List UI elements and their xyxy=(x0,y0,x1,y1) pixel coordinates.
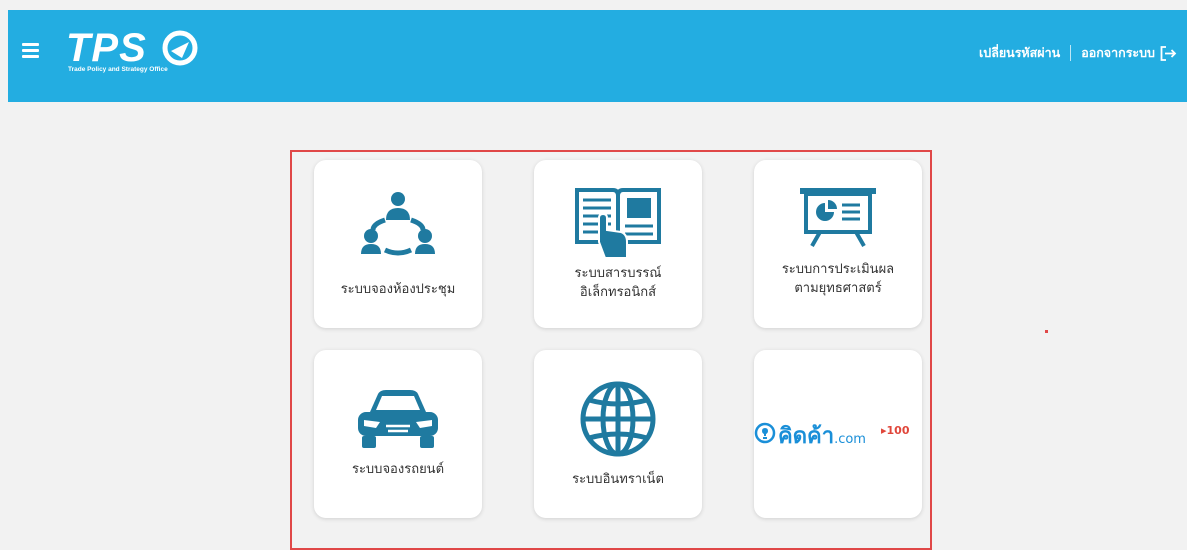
tile-kidka-com[interactable]: คิดค้า.com ▸100 xyxy=(754,350,922,518)
tile-meeting-room-booking[interactable]: ระบบจองห้องประชุม xyxy=(314,160,482,328)
lightbulb-icon xyxy=(754,422,776,444)
user-nav: เปลี่ยนรหัสผ่าน ออกจากระบบ xyxy=(979,43,1177,63)
tile-label: ระบบจองห้องประชุม xyxy=(340,282,456,297)
system-menu-grid: ระบบจองห้องประชุม ระบบสารบรรณ์ อิเล็กทรอ… xyxy=(290,150,932,550)
tpso-logo[interactable]: TPS Trade Policy and Strategy Office xyxy=(66,26,206,78)
change-password-link[interactable]: เปลี่ยนรหัสผ่าน xyxy=(979,43,1060,63)
top-navigation-bar: TPS Trade Policy and Strategy Office เปล… xyxy=(8,10,1187,102)
car-icon xyxy=(358,390,438,448)
100-years-badge: ▸100 xyxy=(881,424,910,437)
red-marker xyxy=(1045,330,1048,333)
hamburger-menu-icon[interactable] xyxy=(22,43,39,58)
tile-intranet[interactable]: ระบบอินทราเน็ต xyxy=(534,350,702,518)
globe-icon xyxy=(580,381,656,457)
tile-label: ระบบสารบรรณ์ อิเล็กทรอนิกส์ xyxy=(574,266,662,300)
kidka-brand-text: คิดค้า.com xyxy=(778,424,866,449)
kidka-logo: คิดค้า.com ▸100 xyxy=(754,422,922,450)
logo-subtitle: Trade Policy and Strategy Office xyxy=(68,66,168,73)
tile-label: ระบบจองรถยนต์ xyxy=(351,462,445,477)
tile-label: ระบบการประเมินผล ตามยุทธศาสตร์ xyxy=(781,262,895,296)
tile-e-document[interactable]: ระบบสารบรรณ์ อิเล็กทรอนิกส์ xyxy=(534,160,702,328)
open-book-hand-icon xyxy=(575,188,661,259)
logo-send-icon xyxy=(162,30,198,66)
logout-link[interactable]: ออกจากระบบ xyxy=(1081,43,1155,63)
meeting-people-icon xyxy=(361,192,435,256)
tile-car-booking[interactable]: ระบบจองรถยนต์ xyxy=(314,350,482,518)
tile-strategy-evaluation[interactable]: ระบบการประเมินผล ตามยุทธศาสตร์ xyxy=(754,160,922,328)
logo-text: TPS xyxy=(66,26,147,70)
logout-icon[interactable] xyxy=(1160,45,1177,61)
presentation-board-icon xyxy=(800,188,876,247)
nav-divider xyxy=(1070,45,1072,61)
tile-label: ระบบอินทราเน็ต xyxy=(572,472,664,487)
